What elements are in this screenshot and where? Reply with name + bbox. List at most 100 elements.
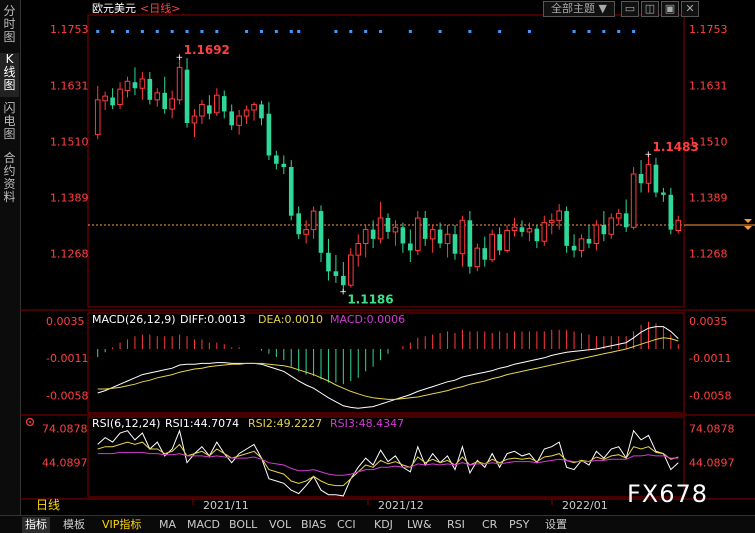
rsi-panel <box>97 429 679 497</box>
indicator-tab[interactable]: 模板 <box>60 517 88 533</box>
candle-body <box>668 194 674 230</box>
window-icon[interactable]: ▣ <box>661 1 679 17</box>
indicator-tab[interactable]: VOL <box>266 517 294 533</box>
candle-body <box>124 80 131 92</box>
y-tick-label-left: 1.1753 <box>50 23 89 36</box>
y-tick-label-right: 1.1631 <box>689 79 728 92</box>
candle-body <box>288 167 294 216</box>
macd-dea-line <box>97 337 679 400</box>
candle-body <box>482 248 488 260</box>
candle-body <box>236 115 242 126</box>
candle-body <box>653 164 659 193</box>
candle-body <box>281 163 287 168</box>
indicator-tab[interactable]: RSI <box>444 517 468 533</box>
price-annotation: 1.1692 <box>184 43 230 57</box>
candle-body <box>139 78 146 89</box>
signal-dot <box>125 30 129 33</box>
candle-body <box>310 210 317 231</box>
candle-body <box>400 227 406 244</box>
restore-icon[interactable]: ◫ <box>641 1 659 17</box>
candle-body <box>169 98 175 110</box>
theme-select[interactable]: 全部主题 ▼ <box>543 1 615 17</box>
candle-body <box>199 103 205 117</box>
candle-body <box>586 238 592 244</box>
theme-select-label: 全部主题 <box>551 2 596 15</box>
indicator-tab[interactable]: CR <box>479 517 500 533</box>
period-indicator: 日线 <box>36 498 60 512</box>
candle-body <box>578 238 585 251</box>
signal-dot <box>111 30 115 33</box>
macd-diff-line <box>97 326 679 409</box>
close-icon[interactable]: ✕ <box>681 1 699 17</box>
candle-body <box>347 254 354 286</box>
minimize-icon[interactable]: ▭ <box>621 1 639 17</box>
candle-body <box>132 82 138 89</box>
signal-dot <box>274 30 278 33</box>
rsi-y-label-right: 44.0897 <box>689 457 735 470</box>
candle-body <box>534 228 540 242</box>
candle-body <box>176 66 183 101</box>
indicator-tab[interactable]: BIAS <box>298 517 329 533</box>
indicator-tab[interactable]: 设置 <box>542 517 570 533</box>
rsi-y-label-left: 44.0897 <box>42 457 88 470</box>
candle-body <box>541 222 548 242</box>
signal-dot <box>364 30 368 33</box>
candle-body <box>274 155 279 164</box>
indicator-tab[interactable]: MACD <box>184 517 223 533</box>
candle-body <box>623 213 629 228</box>
candle-body <box>147 78 153 100</box>
candle-body <box>511 226 518 232</box>
candle-body <box>645 164 652 184</box>
macd-y-label-right: -0.0058 <box>689 389 731 402</box>
candle-body <box>259 104 264 119</box>
macd-pane-border <box>87 312 685 414</box>
signal-dot <box>215 30 219 33</box>
rsi3-value: RSI3:48.4347 <box>330 417 404 430</box>
candle-body <box>318 211 324 253</box>
candle-body <box>191 115 198 124</box>
macd-y-label-left: -0.0058 <box>46 389 88 402</box>
indicator-tab[interactable]: CCI <box>334 517 359 533</box>
macd-value: MACD:0.0006 <box>330 313 405 326</box>
macd-y-label-right: -0.0011 <box>689 352 731 365</box>
signal-dot <box>617 30 621 33</box>
indicator-tab[interactable]: LW& <box>404 517 435 533</box>
candle-body <box>497 234 502 251</box>
candlestick-series <box>94 30 682 292</box>
chart-grid <box>88 218 755 230</box>
signal-dot <box>259 30 263 33</box>
y-tick-label-right: 1.1268 <box>689 248 728 261</box>
candle-body <box>452 234 458 254</box>
indicator-tab[interactable]: BOLL <box>226 517 260 533</box>
indicator-tab[interactable]: 指标 <box>22 517 50 533</box>
indicator-tab[interactable]: MA <box>156 517 179 533</box>
chevron-down-icon: ▼ <box>598 2 607 15</box>
macd-name: MACD(26,12,9) <box>92 313 176 326</box>
candle-body <box>221 96 227 112</box>
candle-body <box>474 247 481 268</box>
candle-body <box>675 219 682 232</box>
candle-body <box>370 229 376 239</box>
x-axis-label: 2022/01 <box>562 499 608 512</box>
candle-body <box>638 173 644 184</box>
chart-canvas[interactable]: 1.1753 1.17531.1631 1.16311.1510 1.15101.13… <box>0 0 755 533</box>
candle-body <box>377 217 384 240</box>
signal-dot <box>96 30 100 33</box>
macd-diff-value: DIFF:0.0013 <box>180 313 246 326</box>
candle-body <box>504 230 510 251</box>
signal-dot <box>140 30 144 33</box>
indicator-tab[interactable]: KDJ <box>371 517 396 533</box>
gear-icon-center <box>29 421 31 423</box>
y-tick-label-left: 1.1631 <box>50 79 89 92</box>
signal-dot <box>498 30 502 33</box>
signal-dot <box>289 30 293 33</box>
macd-y-label-right: 0.0035 <box>689 315 728 328</box>
candle-body <box>214 94 220 114</box>
candle-body <box>408 243 413 251</box>
rsi-y-label-left: 74.0878 <box>42 422 88 435</box>
candle-body <box>266 113 272 156</box>
candle-body <box>385 218 391 232</box>
candle-body <box>94 99 101 136</box>
indicator-tab[interactable]: VIP指标 <box>99 517 144 533</box>
indicator-tab[interactable]: PSY <box>506 517 532 533</box>
